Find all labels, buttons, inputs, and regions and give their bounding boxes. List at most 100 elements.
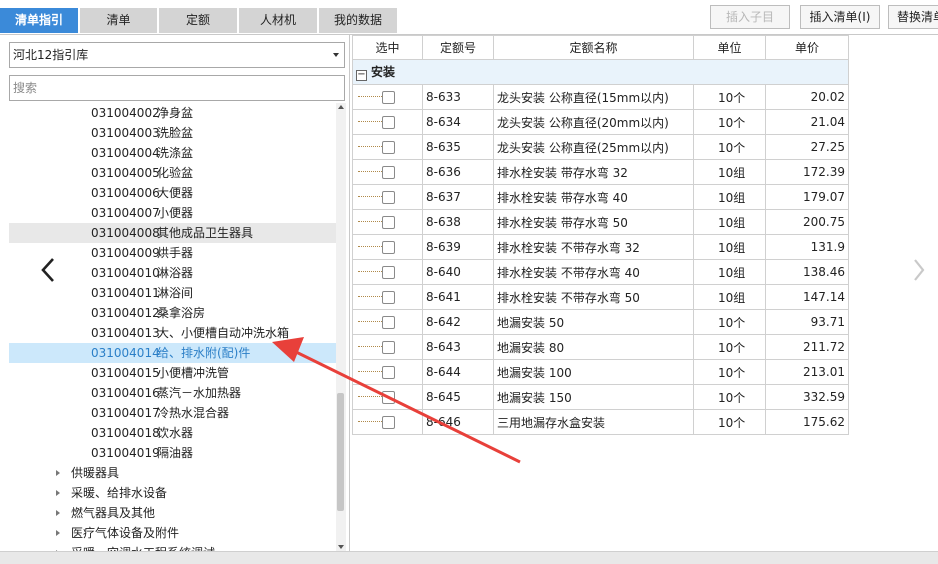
select-cell[interactable] <box>352 209 423 235</box>
tab-bill[interactable]: 清单 <box>80 8 157 33</box>
select-cell[interactable] <box>352 84 423 110</box>
select-cell[interactable] <box>352 384 423 410</box>
tree-item[interactable]: 031004002 净身盆 <box>9 103 336 123</box>
col-header-price[interactable]: 单价 <box>765 35 849 60</box>
library-select[interactable]: 河北12指引库 <box>9 42 345 68</box>
chevron-left-icon[interactable] <box>40 257 56 283</box>
scroll-up-icon[interactable] <box>338 105 344 109</box>
tab-quota[interactable]: 定额 <box>159 8 237 33</box>
chevron-right-icon[interactable] <box>912 258 926 282</box>
insert-bill-button[interactable]: 插入清单(I) <box>800 5 880 29</box>
tree-item-name: 淋浴间 <box>157 286 194 300</box>
tab-labor-material-machine[interactable]: 人材机 <box>239 8 317 33</box>
quota-row[interactable]: 8-636 排水栓安装 带存水弯 32 10组 172.39 <box>352 159 849 185</box>
tree-item[interactable]: 031004010 淋浴器 <box>9 263 336 283</box>
row-checkbox[interactable] <box>382 141 395 154</box>
quota-row[interactable]: 8-637 排水栓安装 带存水弯 40 10组 179.07 <box>352 184 849 210</box>
row-checkbox[interactable] <box>382 191 395 204</box>
tree-item-selected[interactable]: 031004014 给、排水附(配)件 <box>9 343 336 363</box>
quota-unit: 10组 <box>693 259 766 285</box>
expand-arrow-icon[interactable] <box>56 510 60 516</box>
scrollbar-thumb[interactable] <box>337 393 344 511</box>
row-checkbox[interactable] <box>382 391 395 404</box>
quota-row[interactable]: 8-643 地漏安装 80 10个 211.72 <box>352 334 849 360</box>
tab-bill-guide[interactable]: 清单指引 <box>0 8 78 33</box>
tree-scrollbar[interactable] <box>336 103 346 551</box>
quota-row[interactable]: 8-642 地漏安装 50 10个 93.71 <box>352 309 849 335</box>
select-cell[interactable] <box>352 234 423 260</box>
tree-item-code: 031004005 <box>91 166 160 180</box>
tree-item[interactable]: 031004004 洗涤盆 <box>9 143 336 163</box>
col-header-code[interactable]: 定额号 <box>422 35 494 60</box>
quota-row[interactable]: 8-641 排水栓安装 不带存水弯 50 10组 147.14 <box>352 284 849 310</box>
select-cell[interactable] <box>352 134 423 160</box>
replace-bill-button[interactable]: 替换清单 <box>888 5 938 29</box>
col-header-unit[interactable]: 单位 <box>693 35 766 60</box>
row-checkbox[interactable] <box>382 291 395 304</box>
tree-group[interactable]: 医疗气体设备及附件 <box>9 523 336 543</box>
quota-unit: 10组 <box>693 209 766 235</box>
quota-code: 8-639 <box>422 234 494 260</box>
scroll-down-icon[interactable] <box>338 545 344 549</box>
row-checkbox[interactable] <box>382 366 395 379</box>
quota-row[interactable]: 8-638 排水栓安装 带存水弯 50 10组 200.75 <box>352 209 849 235</box>
col-header-select[interactable]: 选中 <box>352 35 423 60</box>
row-checkbox[interactable] <box>382 166 395 179</box>
select-cell[interactable] <box>352 334 423 360</box>
tree-item[interactable]: 031004015 小便槽冲洗管 <box>9 363 336 383</box>
tree-item[interactable]: 031004006 大便器 <box>9 183 336 203</box>
quota-row[interactable]: 8-635 龙头安装 公称直径(25mm以内) 10个 27.25 <box>352 134 849 160</box>
tree-item-code: 031004004 <box>91 146 160 160</box>
collapse-icon[interactable]: − <box>356 70 367 81</box>
col-header-name[interactable]: 定额名称 <box>493 35 694 60</box>
quota-row[interactable]: 8-634 龙头安装 公称直径(20mm以内) 10个 21.04 <box>352 109 849 135</box>
row-checkbox[interactable] <box>382 216 395 229</box>
select-cell[interactable] <box>352 184 423 210</box>
quota-row[interactable]: 8-633 龙头安装 公称直径(15mm以内) 10个 20.02 <box>352 84 849 110</box>
tree-item[interactable]: 031004017 冷热水混合器 <box>9 403 336 423</box>
tree-group[interactable]: 采暖、空调水工程系统调试 <box>9 543 336 551</box>
select-cell[interactable] <box>352 259 423 285</box>
row-checkbox[interactable] <box>382 341 395 354</box>
expand-arrow-icon[interactable] <box>56 470 60 476</box>
tree-item-hovered[interactable]: 031004008 其他成品卫生器具 <box>9 223 336 243</box>
quota-code: 8-646 <box>422 409 494 435</box>
tree-group[interactable]: 采暖、给排水设备 <box>9 483 336 503</box>
tree-group[interactable]: 燃气器具及其他 <box>9 503 336 523</box>
quota-row[interactable]: 8-645 地漏安装 150 10个 332.59 <box>352 384 849 410</box>
row-checkbox[interactable] <box>382 316 395 329</box>
expand-arrow-icon[interactable] <box>56 530 60 536</box>
tree-item[interactable]: 031004005 化验盆 <box>9 163 336 183</box>
tree-item[interactable]: 031004019 隔油器 <box>9 443 336 463</box>
tree-group[interactable]: 供暖器具 <box>9 463 336 483</box>
group-row-install[interactable]: − 安装 <box>352 59 849 85</box>
select-cell[interactable] <box>352 309 423 335</box>
search-input[interactable]: 搜索 <box>9 75 345 101</box>
tree-item[interactable]: 031004007 小便器 <box>9 203 336 223</box>
row-checkbox[interactable] <box>382 266 395 279</box>
tree-item[interactable]: 031004016 蒸汽－水加热器 <box>9 383 336 403</box>
row-checkbox[interactable] <box>382 91 395 104</box>
tree-item[interactable]: 031004011 淋浴间 <box>9 283 336 303</box>
tab-my-data[interactable]: 我的数据 <box>319 8 397 33</box>
select-cell[interactable] <box>352 159 423 185</box>
row-checkbox[interactable] <box>382 416 395 429</box>
tree-item[interactable]: 031004012 桑拿浴房 <box>9 303 336 323</box>
tree-item[interactable]: 031004013 大、小便槽自动冲洗水箱 <box>9 323 336 343</box>
tree-item[interactable]: 031004018 饮水器 <box>9 423 336 443</box>
insert-child-button[interactable]: 插入子目 <box>710 5 790 29</box>
quota-row[interactable]: 8-646 三用地漏存水盒安装 10个 175.62 <box>352 409 849 435</box>
quota-row[interactable]: 8-639 排水栓安装 不带存水弯 32 10组 131.9 <box>352 234 849 260</box>
quota-row[interactable]: 8-640 排水栓安装 不带存水弯 40 10组 138.46 <box>352 259 849 285</box>
select-cell[interactable] <box>352 109 423 135</box>
select-cell[interactable] <box>352 284 423 310</box>
tree-item[interactable]: 031004009 烘手器 <box>9 243 336 263</box>
select-cell[interactable] <box>352 409 423 435</box>
expand-arrow-icon[interactable] <box>56 490 60 496</box>
quota-name: 排水栓安装 带存水弯 32 <box>493 159 694 185</box>
row-checkbox[interactable] <box>382 241 395 254</box>
select-cell[interactable] <box>352 359 423 385</box>
quota-row[interactable]: 8-644 地漏安装 100 10个 213.01 <box>352 359 849 385</box>
row-checkbox[interactable] <box>382 116 395 129</box>
tree-item[interactable]: 031004003 洗脸盆 <box>9 123 336 143</box>
